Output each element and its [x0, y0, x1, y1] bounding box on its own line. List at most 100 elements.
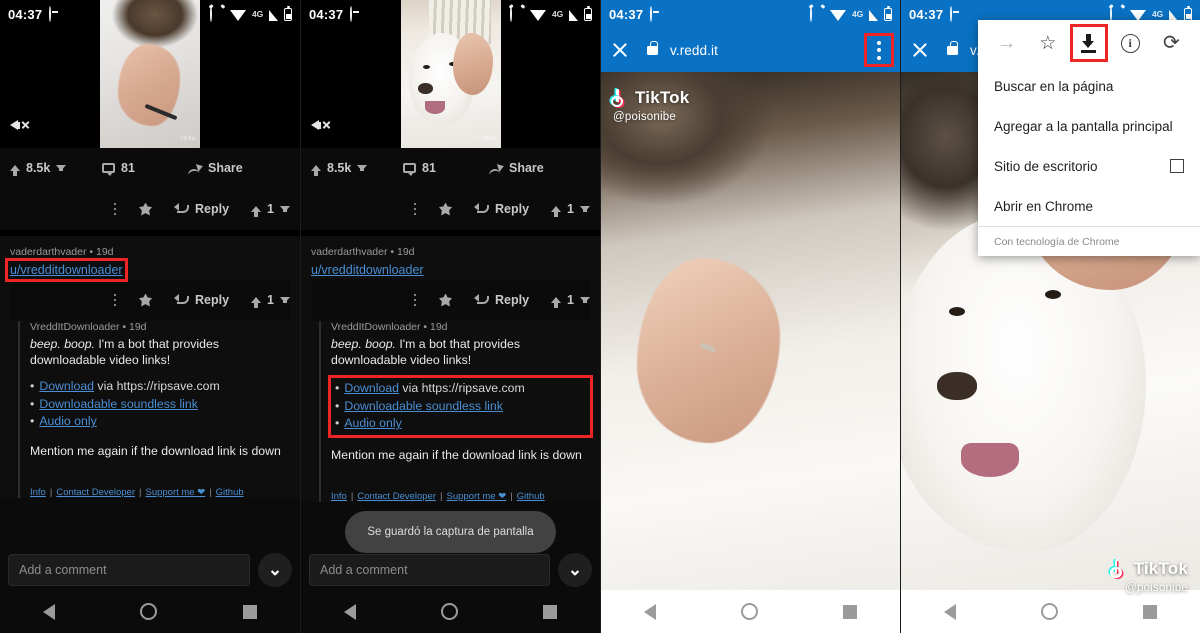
desktop-site-checkbox[interactable]	[1170, 159, 1184, 173]
reddit-video-player[interactable]: 04:37 4G TikTok	[301, 0, 600, 148]
web-content[interactable]: TikTok @poisonibe	[601, 72, 900, 618]
overflow-dots-icon[interactable]	[413, 293, 417, 307]
add-comment-input[interactable]: Add a comment	[309, 554, 550, 586]
vote-group[interactable]: 8.5k	[311, 161, 403, 176]
comment-count-group[interactable]: 81	[102, 161, 188, 176]
overflow-dots-icon[interactable]	[113, 202, 117, 216]
refresh-icon[interactable]: ⟳	[1158, 30, 1184, 56]
list-item[interactable]: Downloadable soundless link	[335, 398, 586, 415]
upvote-icon[interactable]	[10, 165, 20, 176]
menu-item-label: Agregar a la pantalla principal	[994, 118, 1173, 134]
close-icon[interactable]	[911, 41, 929, 59]
audio-only-link[interactable]: Audio only	[344, 416, 401, 430]
share-button[interactable]: Share	[489, 161, 590, 175]
list-item[interactable]: Download via https://ripsave.com	[335, 380, 586, 397]
share-button[interactable]: Share	[188, 161, 290, 175]
back-triangle-icon[interactable]	[343, 603, 356, 620]
recents-square-icon[interactable]	[543, 604, 558, 619]
signal-icon	[569, 9, 578, 21]
home-circle-icon[interactable]	[140, 603, 158, 620]
vredditdownloader-mention-link[interactable]: u/vredditdownloader	[5, 258, 128, 282]
reply-button[interactable]: Reply	[174, 293, 229, 307]
wifi-icon	[230, 9, 247, 21]
bookmark-star-icon[interactable]: ☆	[1035, 30, 1061, 56]
reply-vote-group[interactable]: 1	[251, 202, 290, 217]
home-circle-icon[interactable]	[1040, 603, 1058, 620]
upvote-icon[interactable]	[311, 165, 321, 176]
add-comment-input[interactable]: Add a comment	[8, 554, 250, 586]
comment-count-group[interactable]: 81	[403, 161, 489, 176]
list-item[interactable]: Downloadable soundless link	[30, 396, 290, 413]
scroll-down-fab[interactable]: ⌄	[258, 553, 292, 587]
info-link[interactable]: Info	[331, 491, 347, 502]
home-circle-icon[interactable]	[440, 603, 458, 620]
award-icon[interactable]	[139, 202, 152, 216]
overflow-menu-icon[interactable]	[864, 33, 894, 67]
comment-vote-group[interactable]: 1	[251, 293, 290, 308]
downvote-icon[interactable]	[280, 206, 290, 212]
menu-item-desktop-site[interactable]: Sitio de escritorio	[978, 146, 1200, 186]
support-me-link[interactable]: Support me ❤	[446, 491, 506, 502]
list-item[interactable]: Download via https://ripsave.com	[30, 378, 290, 395]
contact-developer-link[interactable]: Contact Developer	[56, 487, 135, 498]
downvote-icon[interactable]	[56, 165, 67, 171]
share-label: Share	[208, 161, 243, 175]
contact-developer-link[interactable]: Contact Developer	[357, 491, 436, 502]
list-item[interactable]: Audio only	[335, 415, 586, 432]
soundless-link[interactable]: Downloadable soundless link	[344, 399, 503, 413]
download-icon[interactable]	[1069, 24, 1108, 62]
comment-composer[interactable]: Add a comment ⌄	[0, 550, 300, 590]
reply-button[interactable]: Reply	[474, 202, 529, 216]
back-triangle-icon[interactable]	[643, 603, 656, 620]
comment-vote-group[interactable]: 1	[551, 293, 590, 308]
forward-arrow-icon[interactable]: →	[994, 30, 1020, 56]
reply-button[interactable]: Reply	[174, 202, 229, 216]
menu-item-add-to-home-screen[interactable]: Agregar a la pantalla principal	[978, 106, 1200, 146]
download-link[interactable]: Download	[39, 379, 94, 393]
home-circle-icon[interactable]	[740, 603, 758, 620]
github-link[interactable]: Github	[216, 487, 244, 498]
audio-only-link[interactable]: Audio only	[39, 414, 96, 428]
upvote-icon[interactable]	[551, 297, 562, 308]
vredditdownloader-mention-link[interactable]: u/vredditdownloader	[311, 263, 424, 277]
recents-square-icon[interactable]	[243, 604, 258, 619]
vote-group[interactable]: 8.5k	[10, 161, 102, 176]
mute-icon[interactable]	[10, 116, 32, 134]
mute-icon[interactable]	[311, 116, 333, 134]
overflow-dots-icon[interactable]	[413, 202, 417, 216]
page-info-icon[interactable]: i	[1117, 30, 1143, 56]
downvote-icon[interactable]	[580, 206, 590, 212]
github-link[interactable]: Github	[517, 491, 545, 502]
back-triangle-icon[interactable]	[943, 603, 956, 620]
upvote-icon[interactable]	[251, 206, 262, 217]
upvote-icon[interactable]	[551, 206, 562, 217]
menu-item-open-in-chrome[interactable]: Abrir en Chrome	[978, 186, 1200, 226]
award-icon[interactable]	[439, 202, 452, 216]
download-link[interactable]: Download	[344, 381, 399, 395]
info-link[interactable]: Info	[30, 487, 46, 498]
back-triangle-icon[interactable]	[42, 603, 55, 620]
signal-icon	[869, 9, 878, 21]
comment-reply-row: Reply 1	[10, 279, 290, 321]
scroll-down-fab[interactable]: ⌄	[558, 553, 592, 587]
close-icon[interactable]	[611, 41, 629, 59]
award-icon[interactable]	[139, 293, 152, 307]
overflow-dots-icon[interactable]	[113, 293, 117, 307]
reply-button[interactable]: Reply	[474, 293, 529, 307]
upvote-icon[interactable]	[251, 297, 262, 308]
status-right-icons: 4G	[1110, 5, 1192, 22]
support-me-link[interactable]: Support me ❤	[145, 487, 205, 498]
url-label[interactable]: v.redd.it	[670, 43, 718, 58]
list-item[interactable]: Audio only	[30, 413, 290, 430]
menu-item-find-in-page[interactable]: Buscar en la página	[978, 66, 1200, 106]
downvote-icon[interactable]	[357, 165, 368, 171]
reply-vote-group[interactable]: 1	[551, 202, 590, 217]
recents-square-icon[interactable]	[1143, 604, 1158, 619]
downvote-icon[interactable]	[280, 297, 290, 303]
comment-composer[interactable]: Add a comment ⌄	[301, 550, 600, 590]
soundless-link[interactable]: Downloadable soundless link	[39, 397, 198, 411]
recents-square-icon[interactable]	[843, 604, 858, 619]
award-icon[interactable]	[439, 293, 452, 307]
reddit-video-player[interactable]: 04:37 4G TikTok	[0, 0, 300, 148]
downvote-icon[interactable]	[580, 297, 590, 303]
